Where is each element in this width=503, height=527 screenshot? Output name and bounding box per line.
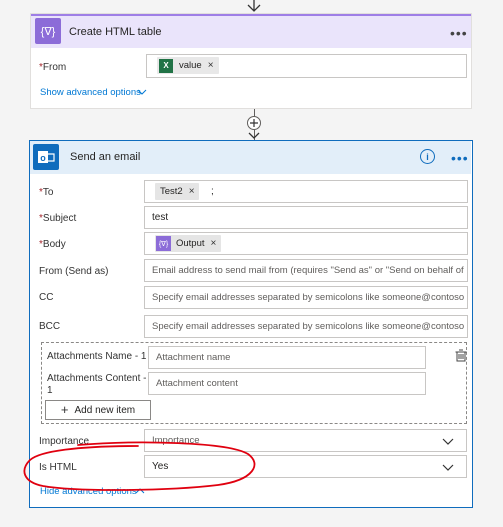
remove-token-icon[interactable]: × [189,186,195,197]
card-title: Create HTML table [69,26,162,38]
attachment-content-field[interactable]: Attachment content [148,372,426,395]
bcc-field[interactable]: Specify email addresses separated by sem… [144,315,468,338]
bcc-label: BCC [39,321,61,332]
card-title: Send an email [70,151,141,163]
add-step-icon[interactable] [247,116,261,130]
attachment-name-field[interactable]: Attachment name [148,346,426,369]
card-header[interactable]: {∇} Create HTML table ••• [31,14,471,48]
more-options-button[interactable]: ••• [450,26,468,40]
chevron-down-icon [442,438,454,445]
from-send-as-field[interactable]: Email address to send mail from (require… [144,259,468,282]
from-send-as-label: From (Send as) [39,266,109,277]
subject-field[interactable]: test [144,206,468,229]
body-label: *Body [39,239,66,250]
svg-text:o: o [40,153,46,163]
from-field[interactable]: X value × [146,54,467,78]
from-label: *From [39,62,67,73]
add-icon: + [60,402,69,417]
cc-field[interactable]: Specify email addresses separated by sem… [144,286,468,309]
attachment-content-label: Attachments Content -1 [47,373,147,396]
highlight-annotation [23,441,256,491]
show-advanced-options-link[interactable]: Show advanced options [40,87,141,98]
more-options-button[interactable]: ••• [451,151,469,165]
chevron-down-icon [137,89,147,95]
card-header[interactable]: o Send an email i ••• [30,141,471,174]
to-field[interactable]: Test2 × ; [144,180,468,203]
create-html-table-card: {∇} Create HTML table ••• *From X value … [30,13,472,109]
to-label: *To [39,187,54,198]
remove-token-icon[interactable]: × [211,238,217,249]
recipient-token[interactable]: Test2 × [155,183,199,200]
attachments-group: Attachments Name - 1 Attachment name Att… [41,342,467,424]
output-token[interactable]: {∇} Output × [155,235,222,252]
cc-label: CC [39,292,54,303]
arrow-down-icon [247,0,261,13]
remove-token-icon[interactable]: × [208,60,214,71]
body-field[interactable]: {∇} Output × [144,232,468,255]
data-operation-icon: {∇} [156,236,171,251]
arrow-down-icon [248,130,260,140]
info-icon[interactable]: i [420,149,435,164]
to-separator: ; [211,186,214,197]
outlook-icon: o [33,144,59,170]
delete-item-icon[interactable] [455,349,467,362]
data-operation-icon: {∇} [35,18,61,44]
value-token[interactable]: X value × [157,57,219,74]
chevron-down-icon [442,464,454,471]
add-new-item-button[interactable]: + Add new item [45,400,151,420]
attachment-name-label: Attachments Name - 1 [47,351,147,362]
subject-label: *Subject [39,213,77,224]
svg-text:{∇}: {∇} [41,26,56,38]
excel-icon: X [159,58,173,73]
